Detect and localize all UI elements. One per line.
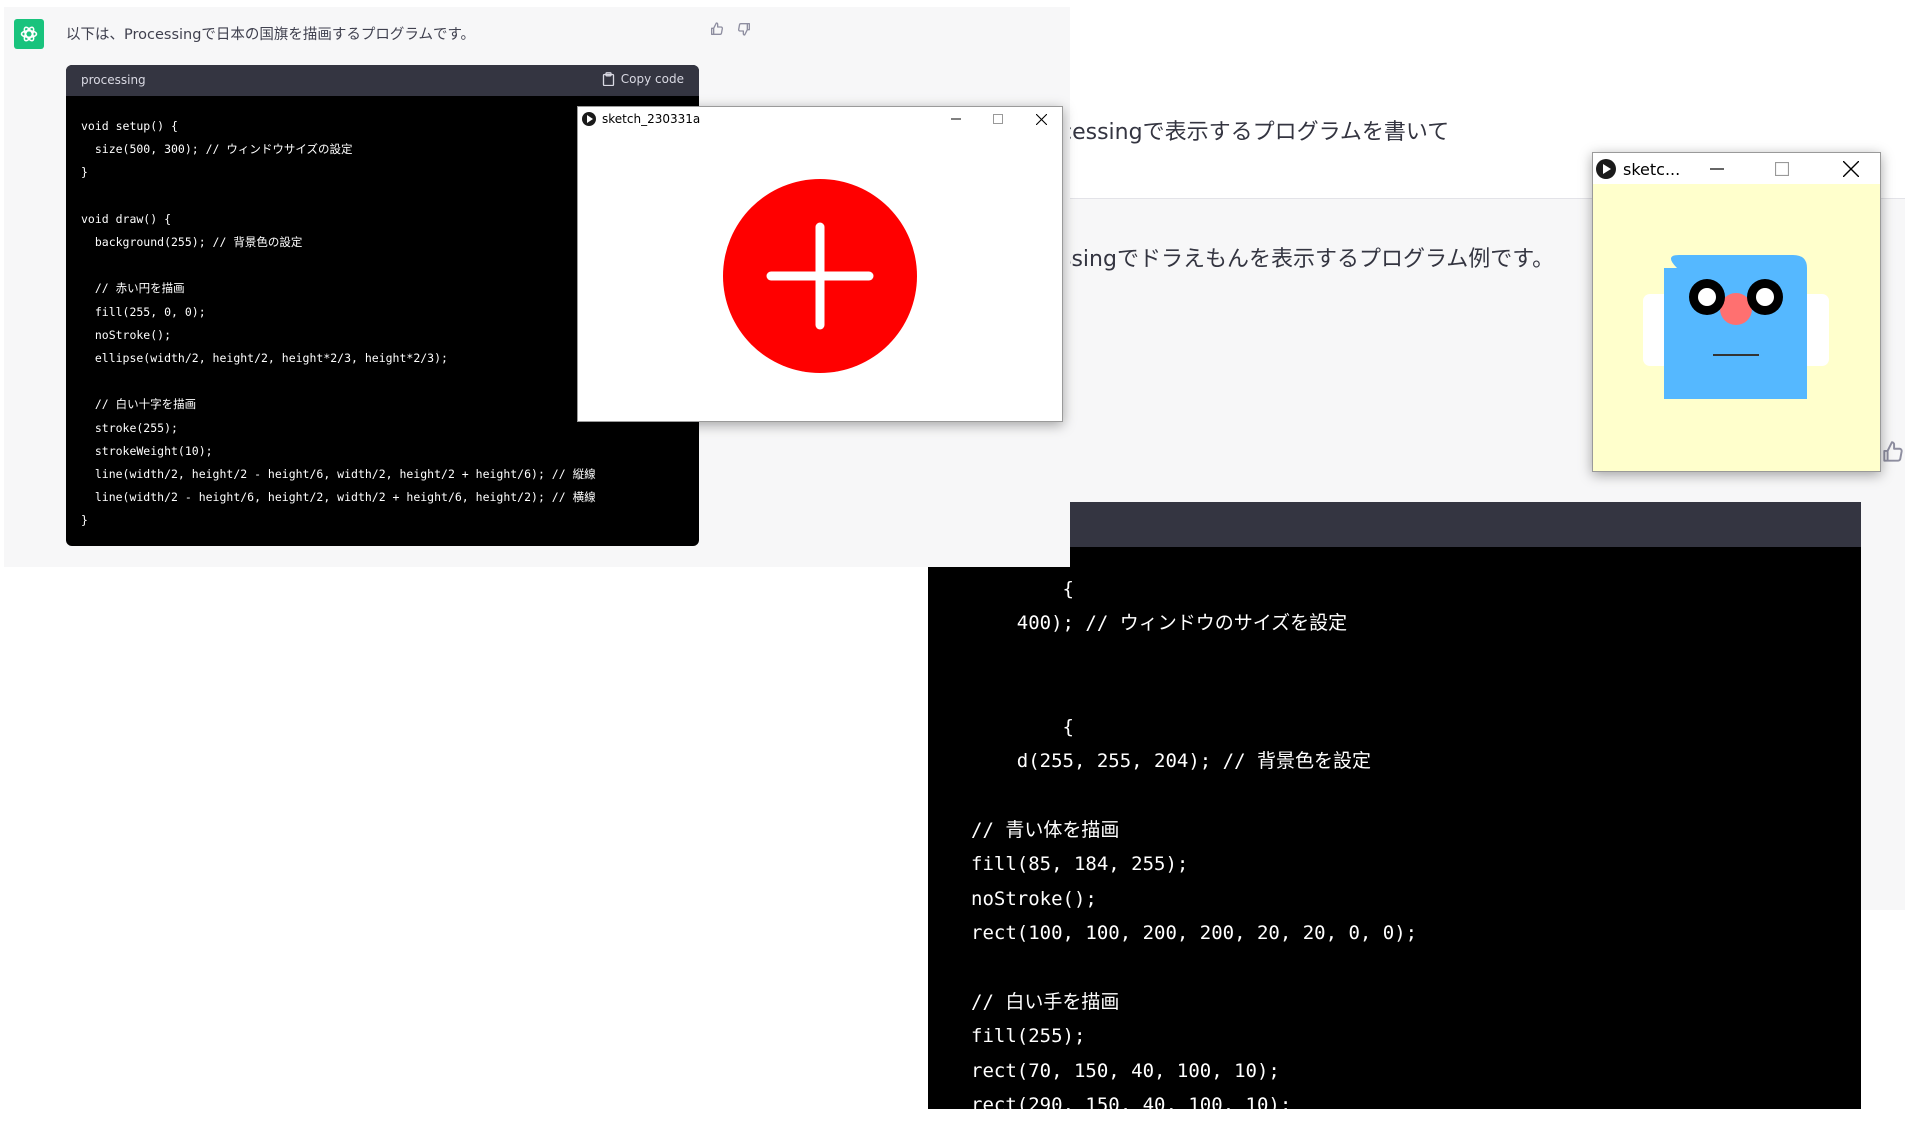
clipboard-icon [602,72,614,86]
processing-app-icon [1596,159,1616,179]
code-line: fill(255); [971,1025,1086,1048]
code-line: stroke(255); [81,420,178,435]
minimize-icon [951,118,961,120]
window-title: sketc... [1623,160,1681,179]
code-line: rect(290, 150, 40, 100, 10); [971,1094,1292,1117]
code-line: void setup() { [81,119,178,133]
code-line: noStroke(); [971,887,1097,910]
code-block: { 400); // ウィンドウのサイズを設定 { d(255, 255, 20… [928,502,1861,1116]
code-line: ellipse(width/2, height/2, height*2/3, h… [81,351,448,366]
code-line: rect(70, 150, 40, 100, 10); [971,1059,1280,1082]
maximize-button[interactable] [984,107,1012,131]
code-line: rect(100, 100, 200, 200, 20, 20, 0, 0); [971,922,1418,945]
code-line: 400); // ウィンドウのサイズを設定 [971,612,1348,635]
code-line: // 白い手を描画 [971,990,1120,1013]
blue-body [1664,255,1807,399]
code-block-header: processing Copy code [66,65,699,96]
sketch-canvas [578,131,1062,421]
window-titlebar[interactable]: sketc... [1593,153,1880,184]
assistant-message-text: 以下は、Processingで日本の国旗を描画するプログラムです。 [66,27,476,43]
code-line: } [81,513,88,528]
code-line: { [971,578,1074,600]
code-line: } [81,165,88,180]
code-line: line(width/2, height/2 - height/6, width… [81,467,596,482]
code-language-label: processing [81,73,146,87]
window-title: sketch_230331a [602,112,701,126]
code-content: { 400); // ウィンドウのサイズを設定 { d(255, 255, 20… [971,572,1417,1123]
code-line: // 白い十字を描画 [81,397,197,412]
copy-code-button[interactable]: Copy code [602,72,684,86]
thumbs-up-icon[interactable] [709,21,725,41]
code-line: fill(255, 0, 0); [81,304,206,319]
code-line: noStroke(); [81,327,172,342]
code-line: line(width/2 - height/6, height/2, width… [81,490,596,505]
close-button[interactable] [1829,153,1873,184]
code-line: void draw() { [81,211,172,226]
code-line: size(500, 300); // ウィンドウサイズの設定 [81,142,353,157]
right-eye-white [1756,288,1774,306]
code-line: background(255); // 背景色の設定 [81,235,303,250]
maximize-icon [993,114,1003,124]
left-eye-white [1698,288,1716,306]
code-line: d(255, 255, 204); // 背景色を設定 [971,750,1371,773]
code-line: { [971,715,1074,738]
thumbs-up-icon[interactable] [1880,439,1905,465]
processing-app-icon [582,112,596,126]
minimize-icon [1710,167,1724,170]
sketch-window-doraemon[interactable]: sketc... [1592,152,1881,472]
copy-code-label: Copy code [620,72,684,86]
code-line: // 青い体を描画 [971,818,1120,841]
minimize-button[interactable] [942,107,970,131]
close-icon [1035,113,1047,125]
close-button[interactable] [1026,107,1056,131]
close-icon [1843,160,1859,177]
window-titlebar[interactable]: sketch_230331a [578,107,1062,131]
code-content: void setup() { size(500, 300); // ウィンドウサ… [81,115,596,533]
sketch-canvas [1593,184,1880,471]
minimize-button[interactable] [1699,153,1735,184]
sketch-drawing [1643,255,1829,399]
thumbs-down-icon[interactable] [736,21,752,41]
maximize-button[interactable] [1764,153,1800,184]
assistant-message-text: ssingでドラえもんを表示するプログラム例です。 [1060,247,1555,272]
code-line: fill(85, 184, 255); [971,853,1189,876]
user-message-text: cessingで表示するプログラムを書いて [1060,120,1450,145]
sketch-drawing [723,179,917,373]
code-line: strokeWeight(10); [81,443,213,458]
chatgpt-logo-icon [14,19,44,49]
sketch-window[interactable]: sketch_230331a [577,106,1063,422]
code-line: // 赤い円を描画 [81,281,185,296]
maximize-icon [1775,161,1789,176]
